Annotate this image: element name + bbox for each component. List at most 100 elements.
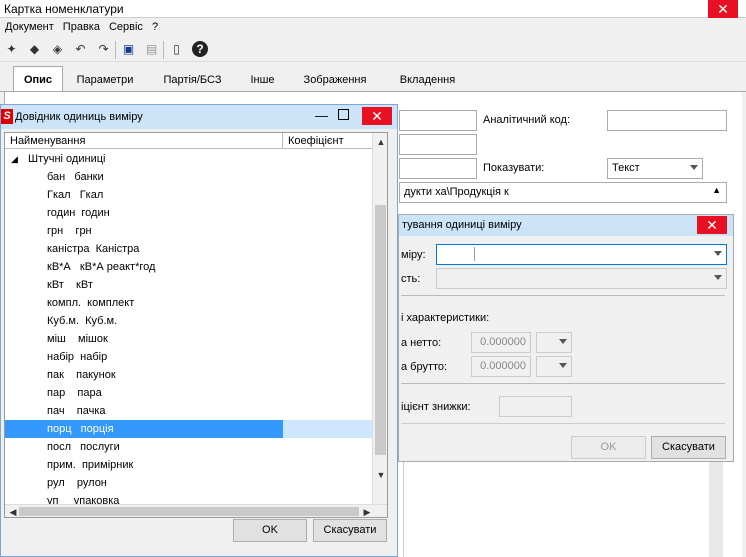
column-separator[interactable] <box>282 133 283 149</box>
scroll-right-icon[interactable]: ▶ <box>359 505 375 517</box>
show-select[interactable]: Текст <box>607 158 703 179</box>
discount-field[interactable] <box>499 396 572 417</box>
list-item[interactable]: Куб.м. Куб.м. <box>5 312 372 330</box>
tab-attachments[interactable]: Вкладення <box>390 69 465 93</box>
field-3[interactable] <box>399 158 477 179</box>
create-copy-icon[interactable]: ◆ <box>26 41 43 58</box>
tab-strip: Опис Параметри Партія/БСЗ Інше Зображенн… <box>0 66 746 92</box>
list-item[interactable]: кВ*А кВ*А реакт*год <box>5 258 372 276</box>
save-icon[interactable]: ▣ <box>120 41 137 58</box>
cancel-button[interactable]: Скасувати <box>313 519 387 542</box>
list-item[interactable]: Гкал Гкал <box>5 186 372 204</box>
units-dialog-title: Довідник одиниць виміру <box>15 111 143 123</box>
tab-images[interactable]: Зображення <box>295 69 375 93</box>
net-unit-select[interactable] <box>536 332 572 353</box>
list-item[interactable]: посл послуги <box>5 438 372 456</box>
scroll-thumb[interactable] <box>375 205 386 455</box>
tab-parameters[interactable]: Параметри <box>70 69 140 93</box>
list-item[interactable]: пач пачка <box>5 402 372 420</box>
unit-label: Гкал Гкал <box>47 189 104 201</box>
group-path-field[interactable]: дукти ха\Продукція к ▲ <box>399 182 727 203</box>
help-icon[interactable]: ? <box>192 41 208 57</box>
unit-label: кВ*А кВ*А реакт*год <box>47 261 156 273</box>
list-item[interactable]: пар пара <box>5 384 372 402</box>
collapse-icon[interactable]: ◢ <box>11 154 18 165</box>
menu-document[interactable]: Документ <box>0 19 58 33</box>
close-icon[interactable]: ✕ <box>697 216 727 234</box>
list-item[interactable]: рул рулон <box>5 474 372 492</box>
menu-help[interactable]: ? <box>147 19 162 33</box>
list-item[interactable]: каністра Каністра <box>5 240 372 258</box>
ratio-select[interactable] <box>436 268 727 289</box>
list-item[interactable]: грн грн <box>5 222 372 240</box>
list-item[interactable]: пак пакунок <box>5 366 372 384</box>
redo-icon[interactable]: ↷ <box>95 41 112 58</box>
list-item[interactable]: набір набір <box>5 348 372 366</box>
characteristics-label: і характеристики: <box>401 312 490 324</box>
unit-select[interactable] <box>436 244 727 265</box>
unit-label: набір набір <box>47 351 108 363</box>
chevron-down-icon[interactable] <box>714 251 722 256</box>
close-icon[interactable]: ✕ <box>362 107 392 125</box>
list-item[interactable]: годин годин <box>5 204 372 222</box>
chevron-down-icon[interactable] <box>559 339 567 344</box>
field-divider <box>474 247 475 261</box>
scroll-up-icon[interactable]: ▲ <box>373 135 387 149</box>
unit-label: посл послуги <box>47 441 120 453</box>
list-item[interactable]: порц порція <box>5 420 372 438</box>
col-coef-header[interactable]: Коефіцієнт <box>288 135 344 147</box>
hscroll-thumb[interactable] <box>19 507 359 516</box>
list-item[interactable]: компл. комплект <box>5 294 372 312</box>
save-all-icon[interactable]: ▤ <box>143 41 160 58</box>
net-weight-field[interactable]: 0.000000 <box>471 332 531 353</box>
undo-icon[interactable]: ↶ <box>72 41 89 58</box>
net-weight-label: а нетто: <box>401 337 442 349</box>
chevron-down-icon[interactable] <box>559 363 567 368</box>
list-item[interactable]: прим. примірник <box>5 456 372 474</box>
col-name-header[interactable]: Найменування <box>10 135 85 147</box>
list-item[interactable]: кВт кВт <box>5 276 372 294</box>
document-icon[interactable]: ▯ <box>168 41 185 58</box>
divider <box>401 383 725 384</box>
coef-cell[interactable] <box>283 420 372 438</box>
cancel-button[interactable]: Скасувати <box>651 436 726 459</box>
notes-scrollbar[interactable] <box>709 462 723 557</box>
ratio-label: сть: <box>401 273 421 285</box>
menu-bar: Документ Правка Сервіс? <box>0 19 746 37</box>
new-icon[interactable]: ✦ <box>3 41 20 58</box>
chevron-down-icon[interactable] <box>690 165 698 170</box>
divider <box>401 295 725 296</box>
tree-group-row[interactable]: ◢ Штучні одиниці <box>5 150 372 168</box>
ok-button[interactable]: OK <box>571 436 646 459</box>
notes-area[interactable] <box>403 462 709 557</box>
tab-description[interactable]: Опис <box>13 66 63 92</box>
list-item[interactable]: міш мішок <box>5 330 372 348</box>
divider <box>401 423 725 424</box>
vertical-scrollbar[interactable]: ▲ ▼ <box>372 133 387 504</box>
unit-label: годин годин <box>47 207 110 219</box>
discount-label: іцієнт знижки: <box>401 401 471 413</box>
menu-edit[interactable]: Правка <box>58 19 104 33</box>
unit-label: Куб.м. Куб.м. <box>47 315 118 327</box>
scroll-down-icon[interactable]: ▼ <box>373 468 387 482</box>
window-titlebar: Картка номенклатури ✕ <box>0 0 746 18</box>
close-window-button[interactable]: ✕ <box>708 0 738 18</box>
show-label: Показувати: <box>483 162 545 174</box>
gross-unit-select[interactable] <box>536 356 572 377</box>
name-field[interactable] <box>399 110 477 131</box>
horizontal-scrollbar[interactable]: ◀ ▶ <box>5 504 387 517</box>
minimize-icon[interactable]: — <box>315 108 328 123</box>
chevron-down-icon[interactable] <box>714 275 722 280</box>
ok-button[interactable]: OK <box>233 519 307 542</box>
copy-icon[interactable]: ◈ <box>49 41 66 58</box>
triangle-up-icon[interactable]: ▲ <box>712 185 721 195</box>
tab-batch[interactable]: Партія/БСЗ <box>155 69 230 93</box>
analytic-code-field[interactable] <box>607 110 727 131</box>
menu-service[interactable]: Сервіс <box>104 19 147 33</box>
tab-other[interactable]: Інше <box>240 69 285 93</box>
maximize-icon[interactable] <box>338 109 349 120</box>
field-2[interactable] <box>399 134 477 155</box>
gross-weight-field[interactable]: 0.000000 <box>471 356 531 377</box>
unit-label: міш мішок <box>47 333 108 345</box>
list-item[interactable]: бан банки <box>5 168 372 186</box>
